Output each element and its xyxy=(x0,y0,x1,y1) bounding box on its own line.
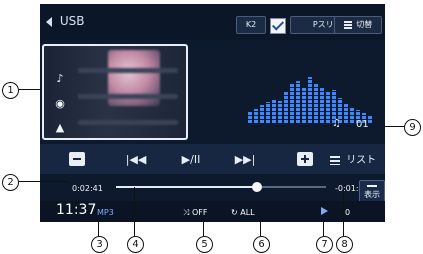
list-button[interactable]: リスト xyxy=(330,151,376,166)
repeat-icon: ↻ xyxy=(231,208,238,217)
leader-1 xyxy=(19,89,42,90)
eq-bar xyxy=(350,108,354,123)
back-label: USB xyxy=(59,14,85,28)
eq-bar xyxy=(266,102,270,123)
folder-down-icon xyxy=(73,158,81,160)
callout-2: 2 xyxy=(2,174,19,191)
k2-checkbox[interactable] xyxy=(270,18,286,34)
eq-bar xyxy=(272,99,276,123)
folder-up-button[interactable] xyxy=(297,152,313,166)
k2-label: K2 xyxy=(245,20,257,29)
callout-9: 9 xyxy=(404,119,421,136)
clock: 11:37 xyxy=(56,202,97,218)
callout-5: 5 xyxy=(196,236,213,253)
list-icon xyxy=(330,155,340,165)
prev-track-button[interactable]: |◀◀ xyxy=(120,153,152,166)
folder-down-button[interactable] xyxy=(69,152,85,166)
switch-button[interactable]: 切替 xyxy=(334,16,382,34)
progress-knob[interactable] xyxy=(251,182,262,192)
switch-icon xyxy=(343,20,352,29)
callout-8: 8 xyxy=(336,236,353,253)
artist-icon: ▲ xyxy=(55,121,65,134)
k2-button[interactable]: K2 xyxy=(236,16,266,34)
device-screen: USB K2 Pスリープ 切替 ♪ ◉ ▲ ♫ 01 |◀◀ ▶/II ▶▶| … xyxy=(40,4,385,222)
leader-5 xyxy=(203,219,204,236)
eq-bar xyxy=(308,77,312,123)
leader-6 xyxy=(260,219,261,236)
repeat-value: ALL xyxy=(240,208,255,217)
back-arrow-icon xyxy=(46,16,52,27)
eq-bar xyxy=(284,91,288,123)
equalizer-visualizer xyxy=(248,68,376,123)
callout-6: 6 xyxy=(253,236,270,253)
callout-1: 1 xyxy=(2,82,19,99)
leader-8 xyxy=(343,189,344,236)
eq-bar xyxy=(296,81,300,123)
eq-bar xyxy=(248,111,252,123)
file-note-icon: ♫ xyxy=(332,118,341,129)
file-number: 01 xyxy=(356,119,369,130)
eq-bar xyxy=(344,103,348,123)
switch-label: 切替 xyxy=(356,20,373,29)
callout-3: 3 xyxy=(91,236,108,253)
leader-3 xyxy=(98,219,99,236)
callout-4: 4 xyxy=(127,236,144,253)
list-label: リスト xyxy=(346,155,377,166)
usb-back-button[interactable]: USB xyxy=(46,14,84,28)
disc-icon: ◉ xyxy=(55,97,65,110)
leader-7 xyxy=(323,219,324,236)
display-label: 表示 xyxy=(364,190,380,199)
blurred-artist-line xyxy=(78,120,178,125)
blurred-title-line xyxy=(78,68,178,73)
eq-bar xyxy=(320,87,324,123)
extra-status: 0 xyxy=(345,208,351,217)
eq-bar xyxy=(290,84,294,123)
shuffle-icon: ⤨ xyxy=(183,208,190,217)
shuffle-status: ⤨ OFF xyxy=(183,208,207,218)
eq-bar xyxy=(260,105,264,123)
eq-bar xyxy=(254,109,258,123)
play-status-icon xyxy=(321,207,328,215)
leader-2 xyxy=(19,181,69,182)
format-label: MP3 xyxy=(97,208,114,217)
leader-9 xyxy=(384,126,404,127)
eq-bar xyxy=(314,83,318,123)
blurred-album-line xyxy=(78,94,178,99)
elapsed-time: 0:02:41 xyxy=(72,184,103,193)
eq-bar xyxy=(326,91,330,123)
callout-7: 7 xyxy=(316,236,333,253)
progress-fill xyxy=(116,186,257,188)
eq-bar xyxy=(278,101,282,123)
folder-up-icon-vertical xyxy=(304,155,306,163)
next-track-button[interactable]: ▶▶| xyxy=(229,153,261,166)
music-note-icon: ♪ xyxy=(56,72,64,85)
repeat-status: ↻ ALL xyxy=(231,208,255,217)
shuffle-value: OFF xyxy=(191,208,208,217)
play-pause-button[interactable]: ▶/II xyxy=(174,153,208,166)
leader-4 xyxy=(134,187,135,236)
progress-track[interactable] xyxy=(116,182,326,192)
eq-bar xyxy=(302,88,306,123)
track-info-panel: ♪ ◉ ▲ xyxy=(42,44,188,140)
